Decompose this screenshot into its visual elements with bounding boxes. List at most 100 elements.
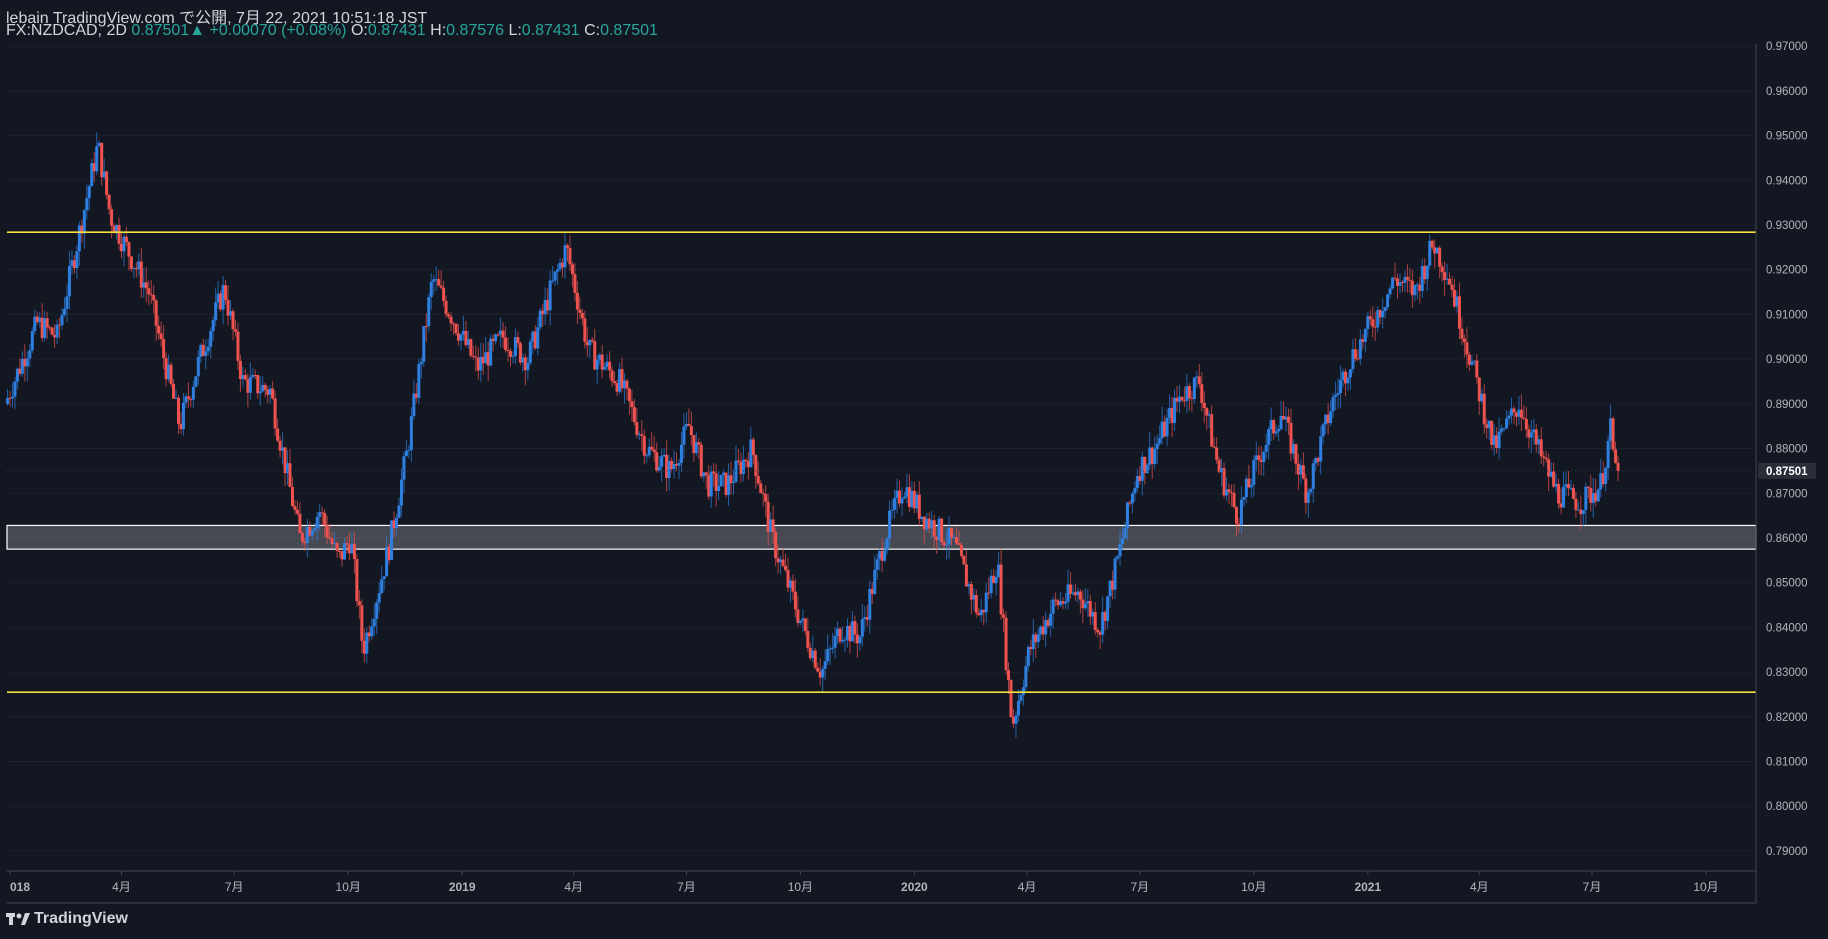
candle-body bbox=[1348, 369, 1352, 378]
candle-body bbox=[838, 628, 842, 642]
candle-body bbox=[1438, 247, 1442, 267]
candle-body bbox=[60, 314, 64, 326]
candle-body bbox=[1026, 646, 1030, 666]
candle-body bbox=[320, 512, 324, 514]
y-tick-label: 0.97000 bbox=[1766, 41, 1808, 53]
candle-body bbox=[290, 486, 294, 507]
candle-body bbox=[806, 630, 810, 648]
candle-body bbox=[271, 388, 275, 399]
candle-body bbox=[360, 605, 364, 641]
candle-body bbox=[756, 475, 760, 484]
y-tick-label: 0.79000 bbox=[1766, 846, 1808, 858]
candle-body bbox=[323, 513, 327, 526]
candle-body bbox=[1581, 510, 1585, 515]
candle-body bbox=[1482, 393, 1486, 425]
candle-body bbox=[258, 391, 262, 394]
candle-body bbox=[954, 537, 958, 544]
candle-body bbox=[439, 285, 443, 288]
candle-body bbox=[974, 595, 978, 613]
candle-body bbox=[608, 361, 612, 371]
candle-body bbox=[186, 396, 190, 400]
candle-body bbox=[1252, 460, 1256, 485]
candle-body bbox=[526, 363, 530, 371]
x-tick-label: 2021 bbox=[1354, 880, 1381, 894]
candle-body bbox=[902, 496, 906, 499]
candle-body bbox=[1611, 418, 1615, 450]
candle-body bbox=[1448, 278, 1452, 285]
candle-body bbox=[1301, 465, 1305, 479]
candle-body bbox=[397, 505, 401, 518]
candle-body bbox=[1500, 428, 1504, 432]
candle-body bbox=[144, 282, 148, 289]
y-tick-label: 0.91000 bbox=[1766, 309, 1808, 321]
candle-body bbox=[528, 341, 532, 364]
candle-body bbox=[791, 580, 795, 592]
candle-body bbox=[551, 280, 555, 282]
candle-body bbox=[424, 326, 428, 328]
y-tick-label: 0.96000 bbox=[1766, 86, 1808, 98]
candle-body bbox=[635, 422, 639, 435]
candle-body bbox=[1064, 601, 1068, 604]
candle-body bbox=[444, 300, 448, 315]
candle-body bbox=[375, 602, 379, 619]
candle-body bbox=[627, 388, 631, 402]
candle-body bbox=[1294, 444, 1298, 464]
candle-body bbox=[449, 316, 453, 324]
y-tick-label: 0.90000 bbox=[1766, 354, 1808, 366]
x-tick-label: 2019 bbox=[449, 880, 476, 894]
candle-body bbox=[1192, 377, 1196, 400]
x-tick-label: 018 bbox=[10, 880, 30, 894]
candle-body bbox=[1093, 612, 1097, 630]
candle-body bbox=[548, 280, 552, 311]
candle-body bbox=[342, 543, 346, 560]
candle-body bbox=[63, 308, 67, 315]
candle-body bbox=[679, 444, 683, 463]
candle-body bbox=[1457, 296, 1461, 329]
candle-body bbox=[30, 331, 34, 351]
candle-body bbox=[447, 314, 451, 317]
candle-body bbox=[328, 537, 332, 539]
candle-body bbox=[377, 593, 381, 603]
candle-body bbox=[793, 591, 797, 610]
x-tick-label: 4月 bbox=[1018, 880, 1037, 894]
candle-body bbox=[129, 256, 133, 269]
candle-body bbox=[28, 350, 32, 359]
candle-body bbox=[419, 361, 423, 365]
tradingview-logo[interactable]: TradingView bbox=[6, 910, 128, 928]
candle-body bbox=[1210, 414, 1214, 447]
candle-body bbox=[932, 520, 936, 537]
candle-body bbox=[469, 339, 473, 356]
candle-body bbox=[1470, 361, 1474, 365]
candle-body bbox=[191, 386, 195, 400]
candle-body bbox=[999, 564, 1003, 615]
candle-body bbox=[454, 323, 458, 334]
candle-body bbox=[1153, 449, 1157, 464]
candle-body bbox=[310, 530, 314, 536]
candle-body bbox=[10, 396, 14, 399]
candle-body bbox=[1249, 484, 1253, 488]
price-chart[interactable]: 0.97000 0.96000 0.95000 0.94000 0.93000 0.920… bbox=[0, 0, 1828, 939]
candle-body bbox=[1232, 492, 1236, 508]
candle-body bbox=[1336, 393, 1340, 395]
candle-body bbox=[211, 320, 215, 332]
candle-body bbox=[1242, 497, 1246, 500]
candle-body bbox=[1007, 670, 1011, 681]
candle-body bbox=[1614, 449, 1618, 463]
candle-body bbox=[196, 356, 200, 377]
candle-body bbox=[751, 439, 755, 456]
candle-body bbox=[1227, 489, 1231, 493]
candle-body bbox=[209, 331, 213, 347]
candle-body bbox=[248, 377, 252, 393]
candle-body bbox=[1462, 338, 1466, 343]
candle-body bbox=[95, 146, 99, 172]
candle-body bbox=[583, 318, 587, 342]
candle-body bbox=[1321, 424, 1325, 437]
candle-body bbox=[595, 359, 599, 370]
candle-body bbox=[759, 483, 763, 494]
candle-body bbox=[82, 210, 86, 234]
candle-body bbox=[1566, 484, 1570, 489]
candle-body bbox=[1386, 294, 1390, 308]
candle-body bbox=[159, 333, 163, 340]
candle-body bbox=[1078, 591, 1082, 600]
candle-body bbox=[1155, 443, 1159, 450]
